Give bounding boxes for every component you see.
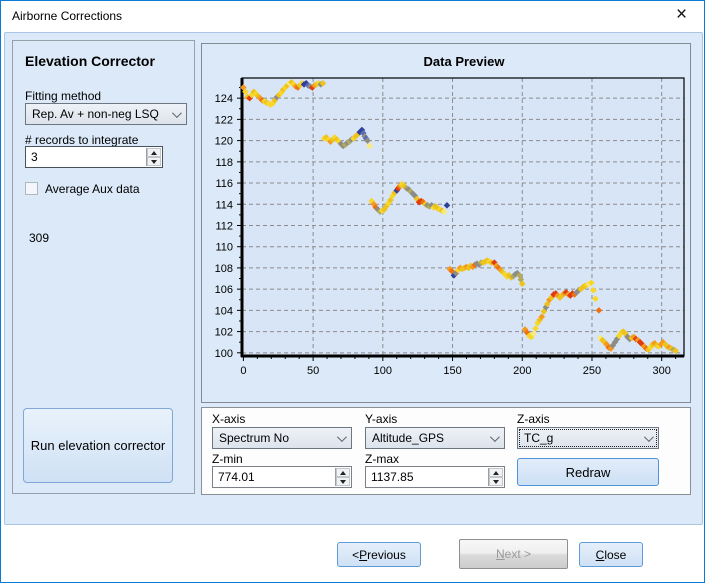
arrow-up-icon — [493, 471, 499, 475]
svg-text:0: 0 — [240, 365, 246, 377]
spinner-buttons — [488, 468, 503, 486]
z-max-spinner[interactable]: 1137.85 — [365, 466, 505, 488]
x-axis-combo[interactable]: Spectrum No — [212, 427, 352, 449]
svg-text:110: 110 — [215, 242, 233, 254]
data-preview-group: Data Preview 050100150200250300100102104… — [201, 43, 691, 403]
arrow-up-icon — [340, 471, 346, 475]
panel-heading: Elevation Corrector — [25, 53, 155, 69]
spin-down-button[interactable] — [489, 477, 503, 486]
run-elevation-corrector-button[interactable]: Run elevation corrector — [23, 408, 173, 483]
previous-button[interactable]: < Previous — [337, 542, 421, 567]
next-button-disabled: Next > — [459, 539, 568, 569]
redraw-label: Redraw — [566, 465, 611, 480]
svg-text:112: 112 — [215, 220, 233, 232]
svg-text:124: 124 — [215, 93, 233, 105]
airborne-corrections-dialog: Airborne Corrections × Elevation Correct… — [0, 0, 705, 583]
z-axis-combo[interactable]: TC_g — [517, 427, 659, 449]
records-label: # records to integrate — [25, 133, 138, 147]
spin-up-button[interactable] — [147, 148, 161, 157]
svg-text:200: 200 — [513, 365, 531, 377]
spin-up-button[interactable] — [336, 468, 350, 477]
fitting-method-combo[interactable]: Rep. Av + non-neg LSQ — [25, 103, 187, 125]
previous-accel: P — [359, 548, 367, 562]
z-min-value: 774.01 — [218, 470, 255, 484]
next-label-rest: ext > — [505, 547, 531, 561]
close-button[interactable]: Close — [579, 542, 643, 567]
x-axis-value: Spectrum No — [219, 431, 289, 445]
spin-up-button[interactable] — [489, 468, 503, 477]
average-aux-checkbox[interactable] — [25, 182, 38, 195]
records-spinner[interactable]: 3 — [25, 146, 163, 168]
svg-text:106: 106 — [215, 284, 233, 296]
previous-label: < — [352, 548, 359, 562]
svg-text:300: 300 — [653, 365, 671, 377]
close-accel: C — [596, 548, 605, 562]
spinner-buttons — [146, 148, 161, 166]
svg-text:118: 118 — [215, 157, 233, 169]
chevron-down-icon — [490, 432, 500, 442]
chevron-down-icon — [644, 432, 654, 442]
svg-text:120: 120 — [215, 136, 233, 148]
records-value: 3 — [31, 150, 38, 164]
arrow-up-icon — [151, 151, 157, 155]
spin-down-button[interactable] — [336, 477, 350, 486]
y-axis-combo[interactable]: Altitude_GPS — [365, 427, 505, 449]
record-count-label: 309 — [29, 231, 49, 245]
elevation-corrector-panel: Elevation Corrector Fitting method Rep. … — [12, 40, 195, 494]
svg-text:122: 122 — [215, 114, 233, 126]
svg-text:102: 102 — [215, 327, 233, 339]
x-axis-label: X-axis — [212, 412, 245, 426]
svg-text:108: 108 — [215, 263, 233, 275]
chevron-down-icon — [337, 432, 347, 442]
next-accel: N — [496, 547, 505, 561]
z-axis-label: Z-axis — [517, 412, 550, 426]
close-label-rest: lose — [604, 548, 626, 562]
close-icon[interactable]: × — [659, 1, 704, 31]
arrow-down-icon — [493, 480, 499, 484]
svg-text:50: 50 — [307, 365, 319, 377]
svg-text:100: 100 — [374, 365, 392, 377]
z-axis-value: TC_g — [524, 431, 553, 445]
svg-text:114: 114 — [215, 199, 233, 211]
z-max-label: Z-max — [365, 452, 399, 466]
z-min-spinner[interactable]: 774.01 — [212, 466, 352, 488]
arrow-down-icon — [340, 480, 346, 484]
svg-text:116: 116 — [215, 178, 233, 190]
data-preview-chart: 0 50 100 150 200 250 300 100 102 104 106 108 110 112 1… — [202, 44, 690, 402]
z-min-label: Z-min — [212, 452, 243, 466]
chevron-down-icon — [172, 108, 182, 118]
window-title: Airborne Corrections — [12, 9, 122, 23]
title-bar: Airborne Corrections × — [1, 1, 704, 32]
y-axis-value: Altitude_GPS — [372, 431, 444, 445]
svg-text:250: 250 — [583, 365, 601, 377]
redraw-button[interactable]: Redraw — [517, 458, 659, 486]
y-axis-label: Y-axis — [365, 412, 397, 426]
spin-down-button[interactable] — [147, 157, 161, 166]
axis-controls-panel: X-axis Spectrum No Y-axis Altitude_GPS Z… — [201, 407, 691, 495]
arrow-down-icon — [151, 160, 157, 164]
svg-text:100: 100 — [215, 348, 233, 360]
run-button-label: Run elevation corrector — [31, 436, 165, 456]
z-max-value: 1137.85 — [371, 470, 414, 484]
spinner-buttons — [335, 468, 350, 486]
fitting-method-value: Rep. Av + non-neg LSQ — [32, 107, 159, 121]
fitting-method-label: Fitting method — [25, 89, 101, 103]
average-aux-label: Average Aux data — [45, 182, 140, 196]
dialog-content: Elevation Corrector Fitting method Rep. … — [4, 32, 703, 525]
previous-label-rest: revious — [367, 548, 406, 562]
svg-text:150: 150 — [443, 365, 461, 377]
svg-text:104: 104 — [215, 305, 233, 317]
